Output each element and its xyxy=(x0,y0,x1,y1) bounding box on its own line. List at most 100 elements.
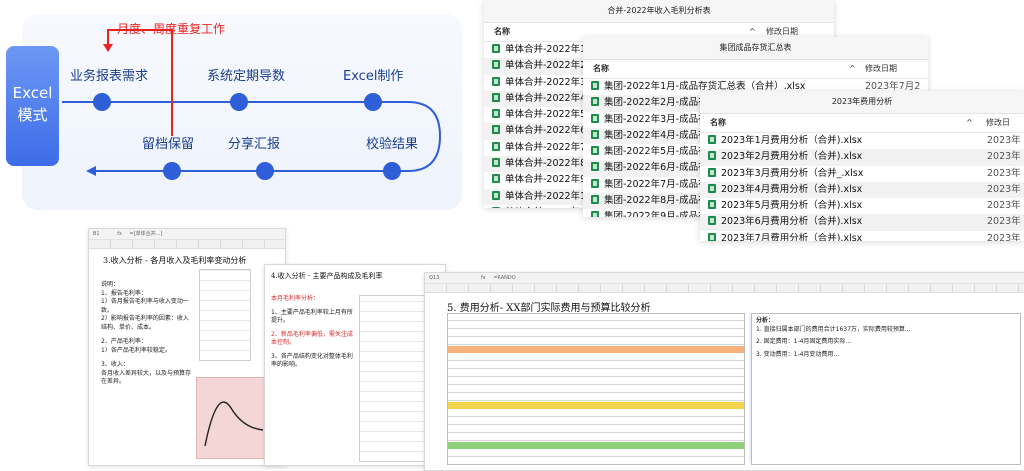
excel-file-icon xyxy=(591,81,599,90)
file-name: 单体合并-2022年4 xyxy=(505,92,587,104)
file-row[interactable]: 2023年1月费用分析（合并).xlsx 2023年 xyxy=(700,133,1024,149)
note-line: 2、产品毛利率： xyxy=(101,338,147,345)
excel-file-icon xyxy=(591,195,599,205)
note-line: 各月收入差异较大，以及与预算存在差异。 xyxy=(101,369,192,386)
excel-file-icon xyxy=(708,183,716,193)
column-date-header[interactable]: 修改日 xyxy=(986,114,1010,132)
formula-text[interactable]: =RANDO xyxy=(493,275,515,281)
file-name: 2023年6月费用分析（合并).xlsx xyxy=(721,216,863,228)
file-name: 集团-2022年5月-成品存 xyxy=(604,146,708,158)
cell-reference[interactable]: B1 xyxy=(93,231,100,237)
step-excel-build: Excel制作 xyxy=(343,69,404,84)
file-name: 2023年1月费用分析（合并).xlsx xyxy=(721,135,863,146)
excel-file-icon xyxy=(708,135,716,144)
excel-file-icon xyxy=(591,162,599,172)
file-modified-date: 2023年 xyxy=(987,135,1021,146)
sort-chevron-icon[interactable]: ^ xyxy=(849,60,856,78)
spreadsheet-income-trend[interactable]: B1 fx =[单体合并...] 3.收入分析 - 各月收入及毛利率变动分析 说… xyxy=(88,228,286,466)
excel-file-icon xyxy=(591,146,599,156)
excel-file-icon xyxy=(492,44,500,53)
note-line: 2）影响报告毛利率的因素：收入结构、单价、成本。 xyxy=(101,315,189,331)
expense-table xyxy=(447,313,745,465)
step-verify-results: 校验结果 xyxy=(366,137,419,152)
formula-bar[interactable]: B1 fx =[单体合并...] xyxy=(89,229,285,240)
step-node xyxy=(230,93,248,111)
file-name: 单体合并-2022年2 xyxy=(505,60,587,72)
file-modified-date: 2023年 xyxy=(987,200,1021,212)
note-line: 3、收入： xyxy=(101,361,129,368)
note-line: 本月毛利率分析： xyxy=(271,295,320,302)
column-name-header[interactable]: 名称 xyxy=(710,114,726,132)
note-line: 分析： xyxy=(756,317,775,324)
data-table xyxy=(199,269,251,361)
excel-file-icon xyxy=(591,97,599,107)
excel-file-icon xyxy=(708,216,716,226)
sheet-notes: 本月毛利率分析： 1、主要产品毛利率较上月有所提升。 2、新品毛利率偏低，需关注… xyxy=(271,295,353,370)
file-name: 单体合并-2022年1 xyxy=(505,44,587,55)
fx-icon: fx xyxy=(117,231,122,237)
excel-file-icon xyxy=(591,211,599,217)
step-business-report-need: 业务报表需求 xyxy=(70,69,149,84)
note-line: 1、报告毛利率： xyxy=(101,289,147,297)
spreadsheet-expense-analysis[interactable]: Q13 fx =RANDO 5. 费用分析- XX部门实际费用与预算比较分析 分… xyxy=(424,272,1024,471)
file-name: 单体合并-2022年8 xyxy=(505,158,587,170)
file-name: 集团-2022年7月-成品存 xyxy=(604,178,708,190)
file-name: 单体合并-2022年3 xyxy=(505,76,587,88)
excel-file-icon xyxy=(492,174,500,184)
note-line: 说明： xyxy=(101,281,120,288)
file-name: 集团-2022年9月-成品存 xyxy=(604,211,708,217)
column-name-header[interactable]: 名称 xyxy=(593,60,609,78)
excel-file-icon xyxy=(708,167,716,177)
cell-reference[interactable]: Q13 xyxy=(429,275,439,281)
step-node xyxy=(256,162,274,180)
spreadsheet-product-mix[interactable]: 4.收入分析 - 主要产品构成及毛利率 本月毛利率分析： 1、主要产品毛利率较上… xyxy=(264,264,446,466)
formula-bar[interactable]: Q13 fx =RANDO xyxy=(425,273,1024,284)
note-line: 2、新品毛利率偏低，需关注成本控制。 xyxy=(271,330,353,347)
window-title: 2023年费用分析 xyxy=(700,91,1024,114)
sort-chevron-icon[interactable]: ^ xyxy=(966,114,973,132)
file-name: 单体合并-2022年9 xyxy=(505,174,587,186)
column-header-strip xyxy=(89,240,285,249)
window-title: 集团成品存货汇总表 xyxy=(583,37,928,60)
sheet-title: 3.收入分析 - 各月收入及毛利率变动分析 xyxy=(103,256,247,265)
highlight-row xyxy=(448,442,744,449)
sheet-title: 4.收入分析 - 主要产品构成及毛利率 xyxy=(271,272,383,280)
highlight-row xyxy=(448,402,744,409)
excel-file-icon xyxy=(492,158,500,168)
step-node xyxy=(93,93,111,111)
trend-line-graphic xyxy=(204,401,264,447)
step-node xyxy=(364,93,382,111)
file-modified-date: 2023年 xyxy=(987,216,1021,228)
repeat-loop-label: 月度、周度重复工作 xyxy=(117,22,226,36)
note-line: 1）各产品毛利率较稳定。 xyxy=(101,346,171,354)
excel-file-icon xyxy=(492,190,500,200)
column-date-header[interactable]: 修改日期 xyxy=(865,60,897,78)
step-node xyxy=(383,162,401,180)
file-name: 集团-2022年4月-成品存 xyxy=(604,129,708,141)
file-name: 单体合并-2022年5 xyxy=(505,109,587,121)
file-row[interactable]: 2023年7月费用分析（合并).xlsx 2023年 xyxy=(700,231,1024,241)
file-name: 2023年2月费用分析（合并).xlsx xyxy=(721,151,863,163)
file-name: 单体合并-2022年7 xyxy=(505,141,587,153)
file-row[interactable]: 2023年2月费用分析（合并).xlsx 2023年 xyxy=(700,149,1024,166)
column-name-header[interactable]: 名称 xyxy=(494,23,510,41)
file-name: 单体合并-2022年6 xyxy=(505,125,587,137)
explorer-window-expenses[interactable]: 2023年费用分析 名称 ^ 修改日 2023年1月费用分析（合并).xlsx 2… xyxy=(700,91,1024,241)
trend-chart xyxy=(196,377,268,459)
file-name: 集团-2022年8月-成品存 xyxy=(604,195,708,207)
file-row[interactable]: 2023年6月费用分析（合并).xlsx 2023年 xyxy=(700,214,1024,231)
note-line: 1. 直接归属本部门的费用合计1637万，实际费用较预算... xyxy=(756,325,911,333)
formula-text[interactable]: =[单体合并...] xyxy=(130,231,163,237)
analysis-notes-box: 分析： 1. 直接归属本部门的费用合计1637万，实际费用较预算... 2. 固… xyxy=(751,313,1021,465)
repeat-loop-arrowhead xyxy=(103,44,113,52)
file-modified-date: 2023年 xyxy=(987,232,1021,241)
file-row[interactable]: 2023年3月费用分析（合并_.xlsx 2023年 xyxy=(700,166,1024,182)
excel-file-icon xyxy=(492,76,500,86)
note-line: 3、各产品结构变化对整体毛利率的影响。 xyxy=(271,352,353,369)
column-header-strip xyxy=(425,284,1024,293)
file-row[interactable]: 2023年5月费用分析（合并).xlsx 2023年 xyxy=(700,198,1024,214)
file-row[interactable]: 2023年4月费用分析（合并).xlsx 2023年 xyxy=(700,181,1024,199)
sheet-title: 5. 费用分析- XX部门实际费用与预算比较分析 xyxy=(447,303,651,314)
file-name: 2023年4月费用分析（合并).xlsx xyxy=(721,183,863,195)
file-name: 2023年5月费用分析（合并).xlsx xyxy=(721,200,863,212)
